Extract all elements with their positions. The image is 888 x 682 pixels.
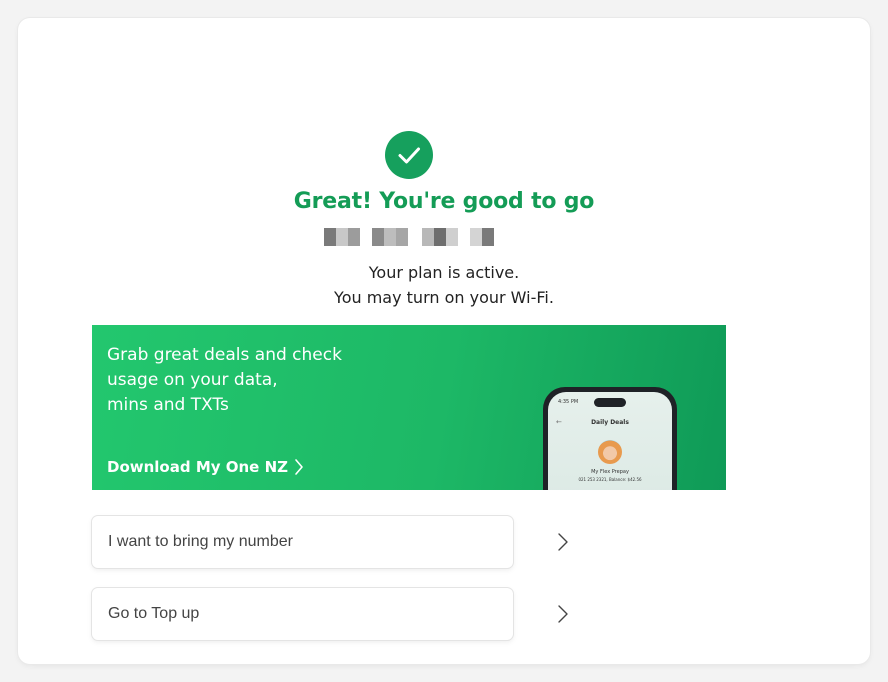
go-to-top-up-button[interactable]: Go to Top up	[92, 588, 568, 640]
status-message-line2: You may turn on your Wi-Fi.	[334, 288, 554, 307]
app-promo-banner[interactable]: Grab great deals and check usage on your…	[92, 325, 726, 490]
success-check-icon	[385, 131, 433, 179]
page-title: Great! You're good to go	[293, 189, 595, 214]
bring-my-number-button[interactable]: I want to bring my number	[92, 516, 568, 568]
masked-phone-number	[324, 228, 494, 246]
download-app-link[interactable]: Download My One NZ	[107, 458, 304, 476]
chevron-right-icon	[295, 459, 303, 475]
chevron-right-icon	[558, 605, 568, 623]
status-message-line1: Your plan is active.	[368, 263, 520, 282]
avatar	[598, 440, 622, 464]
chevron-right-icon	[558, 533, 568, 551]
banner-text: Grab great deals and check usage on your…	[107, 345, 342, 415]
phone-mockup-image: 4:35 PM ← Daily Deals My Flex Prepay 021…	[543, 387, 677, 490]
